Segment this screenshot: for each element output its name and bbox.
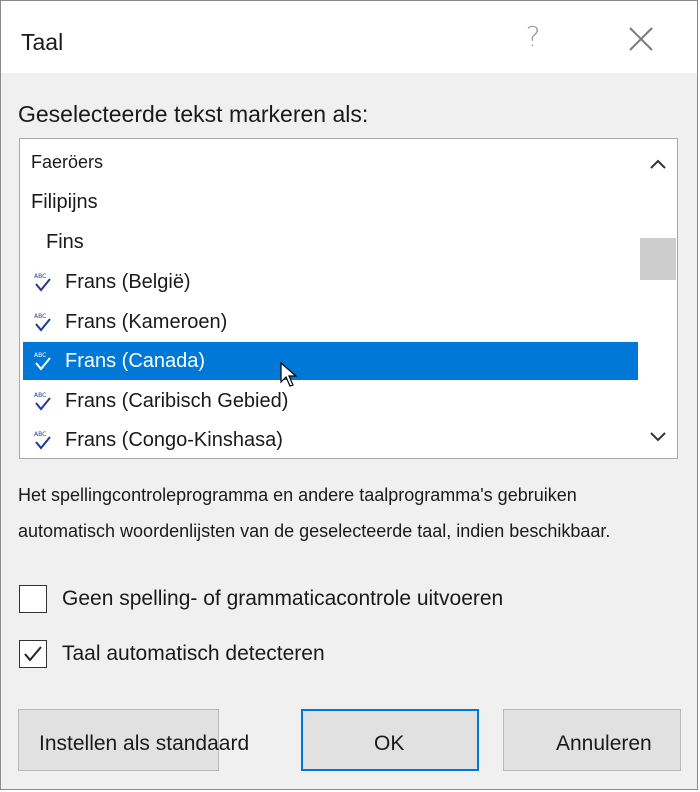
abc-checkmark-icon: ABC [34, 392, 51, 411]
language-item-label: Faeröers [31, 152, 104, 172]
svg-text:ABC: ABC [34, 273, 46, 280]
language-item-label: Frans (Caribisch Gebied) [65, 390, 289, 412]
language-list: Faeröers Filipijns Fins ABC Frans (België) AB… [23, 142, 638, 455]
close-icon [629, 27, 653, 51]
language-item-label: Frans (Kameroen) [65, 311, 228, 333]
title-bar: Taal ? [1, 1, 697, 73]
chevron-up-icon [650, 159, 666, 169]
language-listbox[interactable]: Faeröers Filipijns Fins ABC Frans (België) AB… [19, 138, 678, 459]
no-proofing-option[interactable]: Geen spelling- of grammaticacontrole uit… [19, 585, 579, 617]
info-line-2: automatisch woordenlijsten van de gesele… [18, 521, 611, 541]
dialog-title: Taal [21, 29, 64, 55]
close-button[interactable] [621, 19, 661, 59]
info-line-1: Het spellingcontroleprogramma en andere … [18, 485, 577, 505]
ok-button[interactable]: OK [301, 709, 479, 771]
no-proofing-checkbox[interactable] [19, 585, 47, 613]
scroll-thumb[interactable] [640, 238, 676, 280]
language-item[interactable]: ABC Frans (België) [23, 263, 638, 301]
info-text: Het spellingcontroleprogramma en andere … [18, 477, 688, 549]
abc-checkmark-icon: ABC [34, 431, 51, 450]
scroll-down-button[interactable] [639, 416, 677, 456]
abc-checkmark-icon: ABC [34, 352, 51, 371]
abc-checkmark-icon: ABC [34, 313, 51, 332]
svg-text:ABC: ABC [34, 313, 46, 320]
language-item-label: Frans (Congo-Kinshasa) [65, 429, 283, 451]
set-default-button[interactable]: Instellen als standaard [18, 709, 249, 771]
language-item-label: Frans (België) [65, 271, 191, 293]
language-item[interactable]: Fins [23, 223, 638, 261]
language-item[interactable]: Faeröers [23, 143, 638, 181]
svg-text:ABC: ABC [34, 392, 46, 399]
no-proofing-label: Geen spelling- of grammaticacontrole uit… [62, 587, 504, 610]
language-item[interactable]: ABC Frans (Kameroen) [23, 303, 638, 341]
language-item[interactable]: ABC Frans (Congo-Kinshasa) [23, 421, 638, 458]
list-scrollbar[interactable] [639, 140, 677, 457]
svg-text:ABC: ABC [34, 431, 46, 438]
language-item-selected[interactable]: ABC Frans (Canada) [23, 342, 638, 380]
language-item-label: Fins [46, 231, 84, 253]
language-dialog: Taal ? Geselecteerde tekst markeren als:… [0, 0, 698, 790]
help-icon: ? [525, 20, 541, 53]
language-item[interactable]: Filipijns [23, 183, 638, 221]
mark-text-label: Geselecteerde tekst markeren als: [18, 101, 369, 127]
chevron-down-icon [650, 432, 666, 442]
detect-language-checkbox[interactable] [19, 640, 47, 668]
language-item[interactable]: ABC Frans (Caribisch Gebied) [23, 382, 638, 420]
detect-language-option[interactable]: Taal automatisch detecteren [19, 640, 379, 672]
detect-language-label: Taal automatisch detecteren [62, 642, 325, 665]
cancel-label: Annuleren [556, 732, 652, 755]
language-item-label: Frans (Canada) [65, 350, 206, 372]
language-item-label: Filipijns [31, 191, 98, 213]
mouse-cursor-icon [280, 362, 298, 387]
help-button[interactable]: ? [513, 15, 553, 59]
checkmark-icon [24, 646, 42, 662]
set-default-label: Instellen als standaard [39, 732, 250, 755]
ok-label: OK [374, 732, 405, 755]
abc-checkmark-icon: ABC [34, 273, 51, 292]
cancel-button[interactable]: Annuleren [503, 709, 681, 771]
svg-text:ABC: ABC [34, 352, 46, 359]
scroll-up-button[interactable] [639, 144, 677, 184]
